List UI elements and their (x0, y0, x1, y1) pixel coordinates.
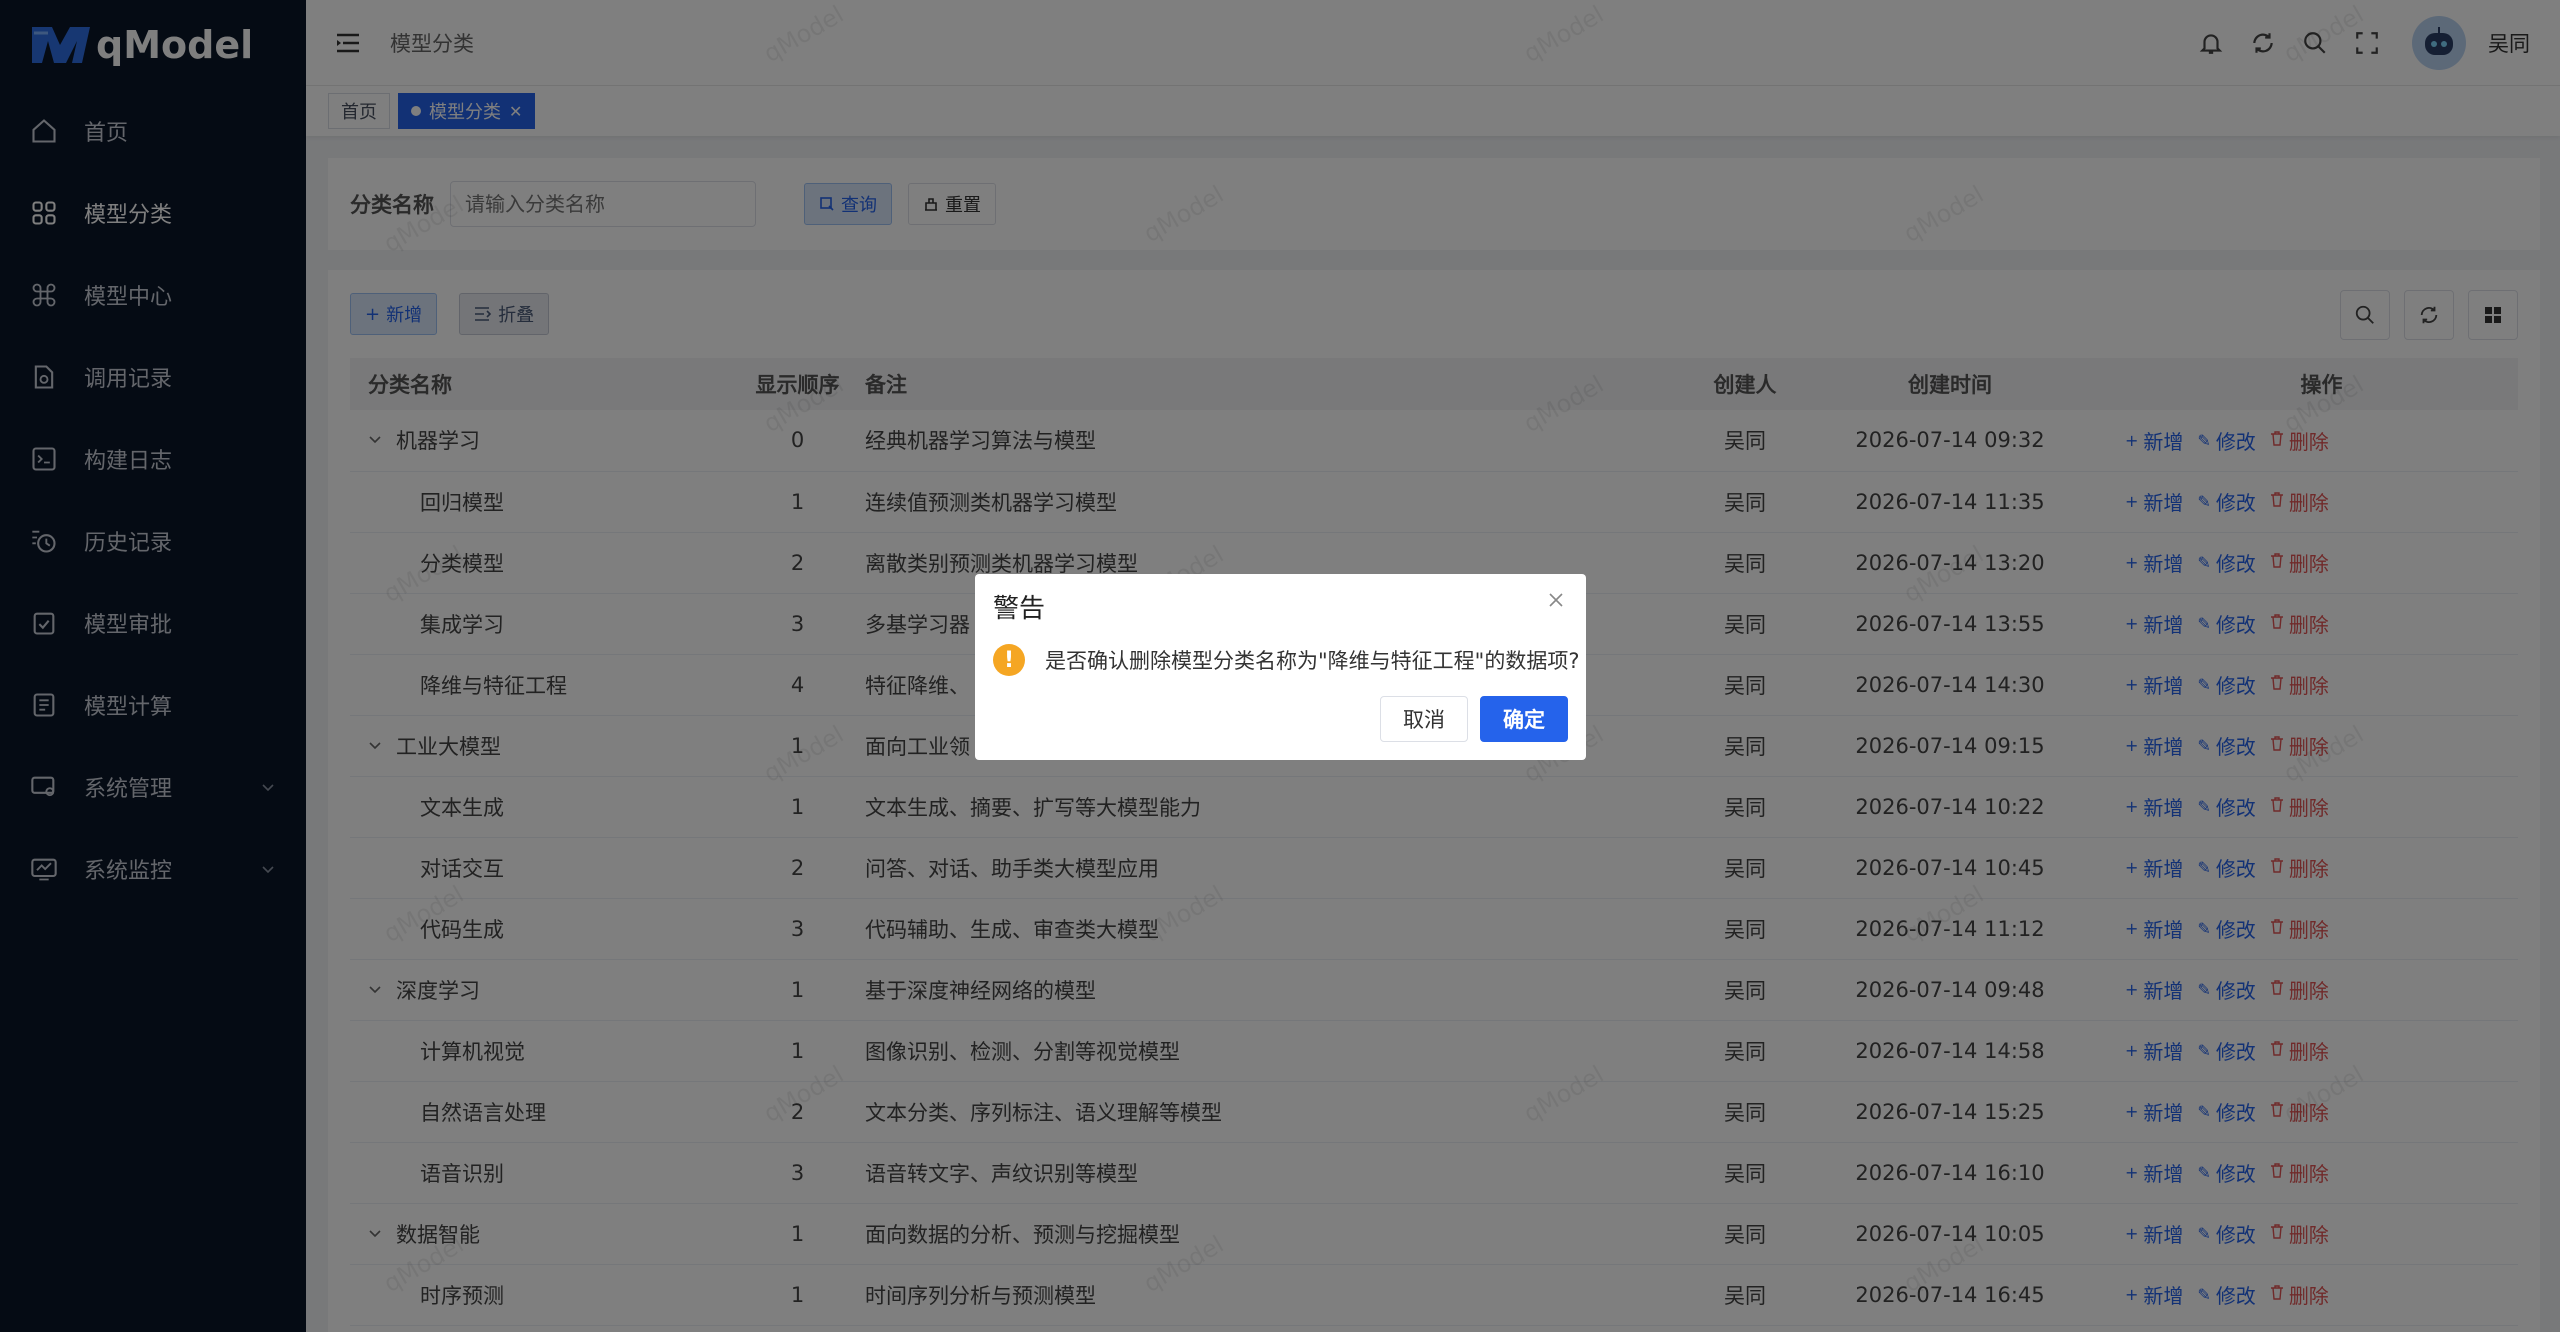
confirm-button[interactable]: 确定 (1480, 696, 1568, 742)
close-icon[interactable] (1544, 588, 1568, 612)
confirm-dialog: 警告 ! 是否确认删除模型分类名称为"降维与特征工程"的数据项? 取消 确定 (975, 574, 1586, 760)
warning-icon: ! (993, 644, 1025, 676)
cancel-button[interactable]: 取消 (1380, 696, 1468, 742)
dialog-message: 是否确认删除模型分类名称为"降维与特征工程"的数据项? (1045, 649, 1580, 673)
dialog-title: 警告 (993, 594, 1046, 624)
